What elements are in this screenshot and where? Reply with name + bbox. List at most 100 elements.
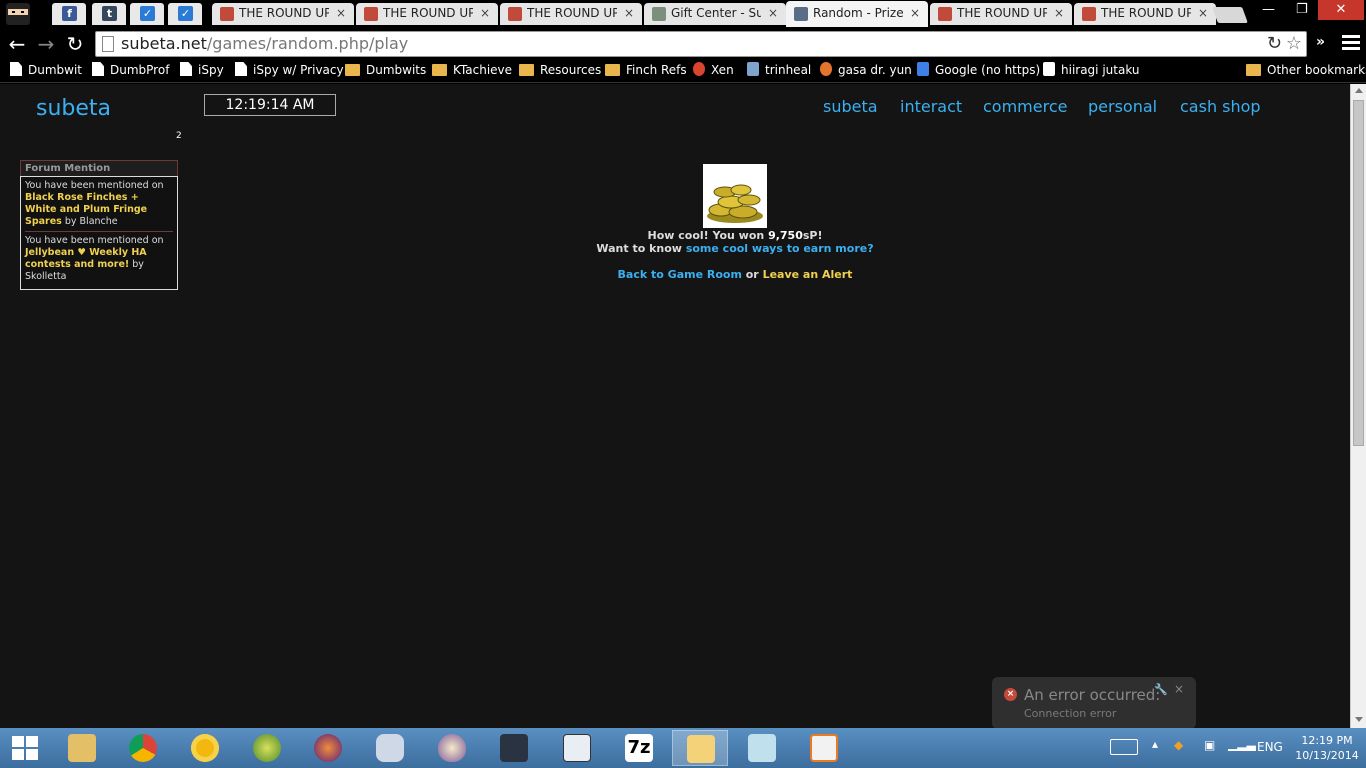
paint-app[interactable] <box>672 730 728 766</box>
lambda-app[interactable] <box>362 730 418 766</box>
media-player-app[interactable] <box>796 730 852 766</box>
bookmark-folder[interactable]: Dumbwits <box>345 62 426 79</box>
tab-round-up[interactable]: THE ROUND UP × <box>212 3 354 25</box>
site-logo[interactable]: subeta <box>36 96 111 121</box>
seven-zip-app[interactable]: 7z <box>611 730 667 766</box>
bookmark-item[interactable]: gasa dr. yun <box>820 62 912 79</box>
maximize-icon[interactable]: ❐ <box>1296 2 1308 17</box>
tab-close-icon[interactable]: × <box>1198 6 1208 20</box>
bookmark-label: Finch Refs <box>626 63 687 77</box>
bookmark-folder[interactable]: KTachieve <box>432 62 512 79</box>
reload-icon[interactable]: ↻ <box>63 32 87 56</box>
drawing-app[interactable] <box>549 730 605 766</box>
or-text: or <box>741 268 763 281</box>
pinned-tab-check[interactable]: ✓ <box>130 3 164 25</box>
notification-count[interactable]: 2 <box>176 131 182 141</box>
tab-close-icon[interactable]: × <box>336 6 346 20</box>
error-icon: × <box>1004 688 1017 701</box>
forward-arrow-icon[interactable]: → <box>34 32 58 56</box>
signal-bars-icon[interactable]: ▁▂▃ <box>1228 737 1256 751</box>
tab-round-up[interactable]: THE ROUND UP × <box>930 3 1072 25</box>
bookmark-item[interactable]: Dumbwit <box>10 62 82 79</box>
space-app[interactable] <box>300 730 356 766</box>
bookmark-label: trinheal <box>765 63 812 77</box>
tab-close-icon[interactable]: × <box>910 6 920 20</box>
language-indicator[interactable]: ENG <box>1257 740 1283 754</box>
nav-personal[interactable]: personal <box>1088 97 1157 116</box>
scroll-thumb[interactable] <box>1353 100 1364 446</box>
nav-cash-shop[interactable]: cash shop <box>1180 97 1261 116</box>
ninja-avatar-icon[interactable] <box>4 1 32 27</box>
back-arrow-icon[interactable]: ← <box>5 32 29 56</box>
reload-icon[interactable]: ↻ <box>1267 33 1282 54</box>
photo-app[interactable] <box>486 730 542 766</box>
file-explorer-app[interactable] <box>54 730 110 766</box>
back-to-game-room-link[interactable]: Back to Game Room <box>618 268 742 281</box>
bookmark-item[interactable]: Xen <box>693 62 734 79</box>
chrome-app[interactable] <box>115 730 171 766</box>
camera-film-icon <box>500 734 528 762</box>
paint-icon <box>687 735 715 763</box>
address-bar[interactable]: subeta.net/games/random.php/play ↻ ☆ <box>95 31 1307 57</box>
yellow-circle-app[interactable] <box>177 730 233 766</box>
network-warning-icon[interactable]: ▣ <box>1204 738 1215 752</box>
bookmark-folder[interactable]: Resources <box>519 62 601 79</box>
bookmark-item[interactable]: hiiragi jutaku <box>1043 62 1140 79</box>
scroll-down-arrow-icon[interactable] <box>1355 717 1363 722</box>
scroll-up-arrow-icon[interactable] <box>1355 88 1363 93</box>
tab-label: THE ROUND UP <box>383 6 473 20</box>
mention-text: You have been mentioned on <box>25 180 164 191</box>
bookmark-folder[interactable]: Finch Refs <box>605 62 687 79</box>
pinned-tab-tumblr[interactable]: t <box>92 3 126 25</box>
url-text[interactable]: subeta.net/games/random.php/play <box>121 34 408 53</box>
tab-close-icon[interactable]: × <box>480 6 490 20</box>
nav-commerce[interactable]: commerce <box>983 97 1067 116</box>
tab-label: Gift Center - Sub <box>671 6 761 20</box>
tab-gift-center[interactable]: Gift Center - Sub × <box>644 3 786 25</box>
tab-round-up[interactable]: THE ROUND UP × <box>500 3 642 25</box>
new-tab-button[interactable] <box>1212 7 1248 23</box>
leave-alert-link[interactable]: Leave an Alert <box>763 268 853 281</box>
clock-date: 10/13/2014 <box>1295 749 1359 762</box>
bookmark-label: Other bookmarks <box>1267 63 1366 77</box>
windows-start-icon[interactable] <box>12 736 38 760</box>
nav-subeta[interactable]: subeta <box>823 97 878 116</box>
onion-icon <box>438 734 466 762</box>
taskbar-clock[interactable]: 12:19 PM 10/13/2014 <box>1294 733 1360 763</box>
bookmark-item[interactable]: DumbProf <box>92 62 169 79</box>
pinned-tab-facebook[interactable]: f <box>52 3 86 25</box>
tab-close-icon[interactable]: × <box>624 6 634 20</box>
planet-app[interactable] <box>239 730 295 766</box>
tor-app[interactable] <box>424 730 480 766</box>
tab-close-icon[interactable]: × <box>768 6 778 20</box>
menu-icon[interactable] <box>1342 35 1360 51</box>
minimize-icon[interactable]: — <box>1262 2 1275 17</box>
bookmark-item[interactable]: trinheal <box>747 62 811 79</box>
tab-round-up[interactable]: THE ROUND UP × <box>356 3 498 25</box>
bookmark-item[interactable]: Google (no https) <box>917 62 1040 79</box>
bookmark-item[interactable]: iSpy <box>180 62 224 79</box>
notes-app[interactable] <box>734 730 790 766</box>
close-window-icon[interactable]: ✕ <box>1318 0 1364 20</box>
tab-close-icon[interactable]: × <box>1054 6 1064 20</box>
bookmark-label: Dumbwits <box>366 63 427 77</box>
tab-random-prize[interactable]: Random - Prize × <box>786 1 928 27</box>
page-icon <box>92 62 104 76</box>
prize-actions: Back to Game Room or Leave an Alert <box>500 268 970 281</box>
pinned-tab-check-2[interactable]: ✓ <box>168 3 202 25</box>
earn-more-link[interactable]: some cool ways to earn more? <box>686 242 874 255</box>
wrench-icon[interactable]: 🔧 <box>1154 683 1168 696</box>
bookmark-star-icon[interactable]: ☆ <box>1286 33 1302 54</box>
earn-line: Want to know some cool ways to earn more… <box>500 242 970 255</box>
show-hidden-icons-icon[interactable]: ▴ <box>1152 737 1158 751</box>
keyboard-icon[interactable] <box>1110 739 1138 755</box>
tray-app-icon[interactable]: ◆ <box>1174 738 1183 752</box>
other-bookmarks[interactable]: Other bookmarks <box>1246 62 1366 79</box>
extensions-overflow-icon[interactable]: » <box>1316 34 1325 50</box>
bookmark-label: Xen <box>711 63 734 77</box>
page-scrollbar[interactable] <box>1350 84 1366 728</box>
close-icon[interactable]: × <box>1174 682 1184 696</box>
tab-round-up[interactable]: THE ROUND UP × <box>1074 3 1216 25</box>
bookmark-item[interactable]: iSpy w/ Privacy <box>235 62 344 79</box>
nav-interact[interactable]: interact <box>900 97 962 116</box>
